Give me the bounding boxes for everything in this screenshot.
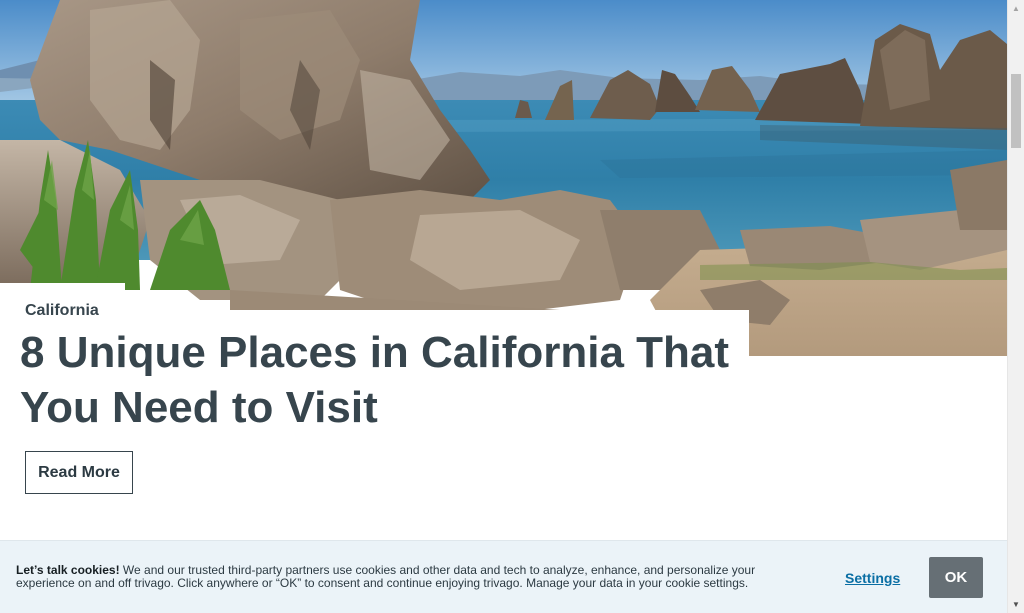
scroll-up-arrow-icon[interactable]: ▲ [1008,0,1024,17]
cookie-settings-link[interactable]: Settings [845,570,900,586]
cookie-message: Let’s talk cookies! We and our trusted t… [16,564,776,590]
cookie-body: We and our trusted third-party partners … [16,563,756,590]
article-title[interactable]: 8 Unique Places in California That You N… [20,325,740,435]
read-more-button[interactable]: Read More [25,451,133,494]
scroll-down-arrow-icon[interactable]: ▼ [1008,596,1024,613]
mono-lake-tufa-photo [0,0,1007,356]
category-label: California [25,302,99,319]
page-viewport: California 8 Unique Places in California… [0,0,1024,613]
vertical-scrollbar[interactable]: ▲ ▼ [1007,0,1024,613]
cookie-banner[interactable]: Let’s talk cookies! We and our trusted t… [0,540,1007,613]
hero-image[interactable] [0,0,1007,356]
cookie-ok-button[interactable]: OK [929,557,983,598]
cookie-heading: Let’s talk cookies! [16,563,120,577]
scrollbar-thumb[interactable] [1011,74,1021,148]
category-tag[interactable]: California [0,283,125,331]
